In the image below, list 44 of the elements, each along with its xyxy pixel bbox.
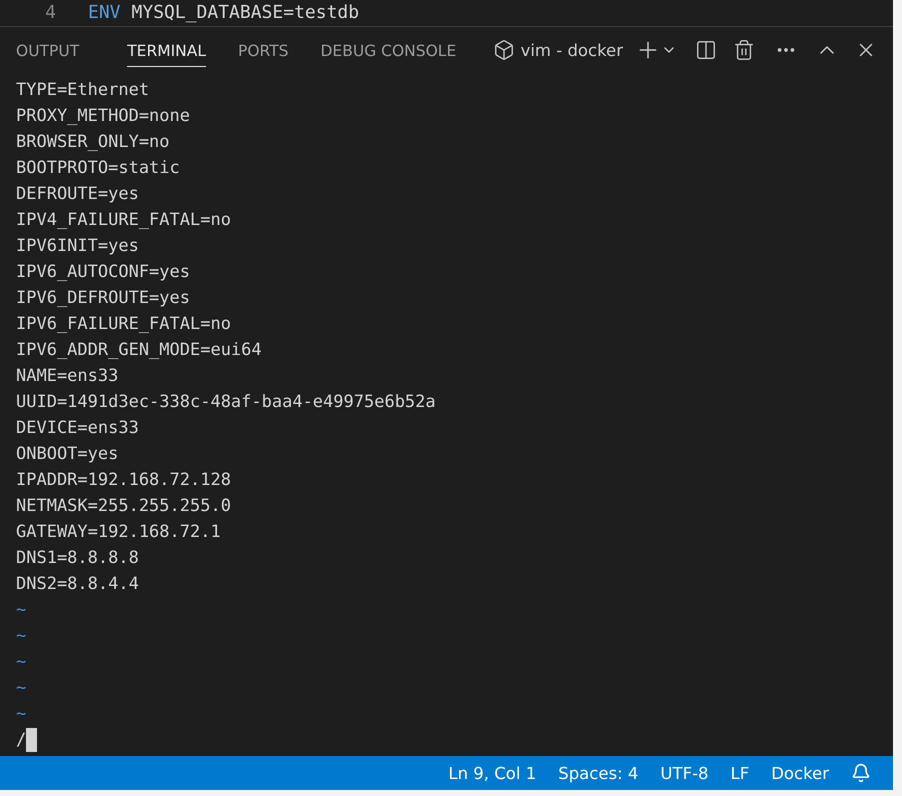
box-icon xyxy=(492,39,515,61)
code-keyword: ENV xyxy=(88,2,121,24)
text-cursor xyxy=(26,728,38,752)
terminal-line: DEVICE=ens33 xyxy=(16,417,139,440)
terminal-line: GATEWAY=192.168.72.1 xyxy=(16,521,221,544)
terminal-line: BOOTPROTO=static xyxy=(16,157,180,180)
terminal-line: IPV4_FAILURE_FATAL=no xyxy=(16,209,231,232)
tilde-marker: ~ xyxy=(16,599,26,622)
tilde-marker: ~ xyxy=(16,625,26,648)
terminal-line: DNS1=8.8.8.8 xyxy=(16,547,139,570)
trash-icon[interactable] xyxy=(733,39,755,61)
tilde-marker: ~ xyxy=(16,677,26,700)
status-item[interactable]: Ln 9, Col 1 xyxy=(448,764,536,782)
panel-tab[interactable]: OUTPUT xyxy=(16,34,80,66)
terminal-line: BROWSER_ONLY=no xyxy=(16,131,170,154)
terminal-name[interactable]: vim - docker xyxy=(520,40,623,60)
command-prompt: / xyxy=(16,729,26,752)
status-item[interactable]: UTF-8 xyxy=(660,764,709,782)
terminal-line: IPADDR=192.168.72.128 xyxy=(16,469,231,492)
terminal-line: IPV6_AUTOCONF=yes xyxy=(16,261,190,284)
panel-tab[interactable]: DEBUG CONSOLE xyxy=(320,34,456,66)
bell-icon[interactable] xyxy=(851,763,871,783)
terminal-line: NAME=ens33 xyxy=(16,365,118,388)
terminal-line: PROXY_METHOD=none xyxy=(16,105,190,128)
terminal-line: IPV6_ADDR_GEN_MODE=eui64 xyxy=(16,339,262,362)
panel-tab[interactable]: TERMINAL xyxy=(127,34,206,66)
status-item[interactable]: Docker xyxy=(771,764,829,782)
terminal-line: TYPE=Ethernet xyxy=(16,79,150,102)
terminal-line: UUID=1491d3ec-338c-48af-baa4-e49975e6b52a xyxy=(16,391,436,414)
line-number: 4 xyxy=(44,2,57,24)
status-item[interactable]: LF xyxy=(730,764,750,782)
tilde-marker: ~ xyxy=(16,703,26,726)
terminal-line: DEFROUTE=yes xyxy=(16,183,139,206)
split-icon[interactable] xyxy=(695,39,717,61)
terminal-line: IPV6_FAILURE_FATAL=no xyxy=(16,313,231,336)
code-text: MYSQL_DATABASE=testdb xyxy=(132,2,360,24)
tilde-marker: ~ xyxy=(16,651,26,674)
terminal-line: DNS2=8.8.4.4 xyxy=(16,573,139,596)
panel-tab[interactable]: PORTS xyxy=(238,34,288,66)
terminal-line: ONBOOT=yes xyxy=(16,443,118,466)
terminal-line: IPV6INIT=yes xyxy=(16,235,139,258)
terminal-line: NETMASK=255.255.255.0 xyxy=(16,495,231,518)
status-item[interactable]: Spaces: 4 xyxy=(558,764,638,782)
terminal-line: IPV6_DEFROUTE=yes xyxy=(16,287,190,310)
